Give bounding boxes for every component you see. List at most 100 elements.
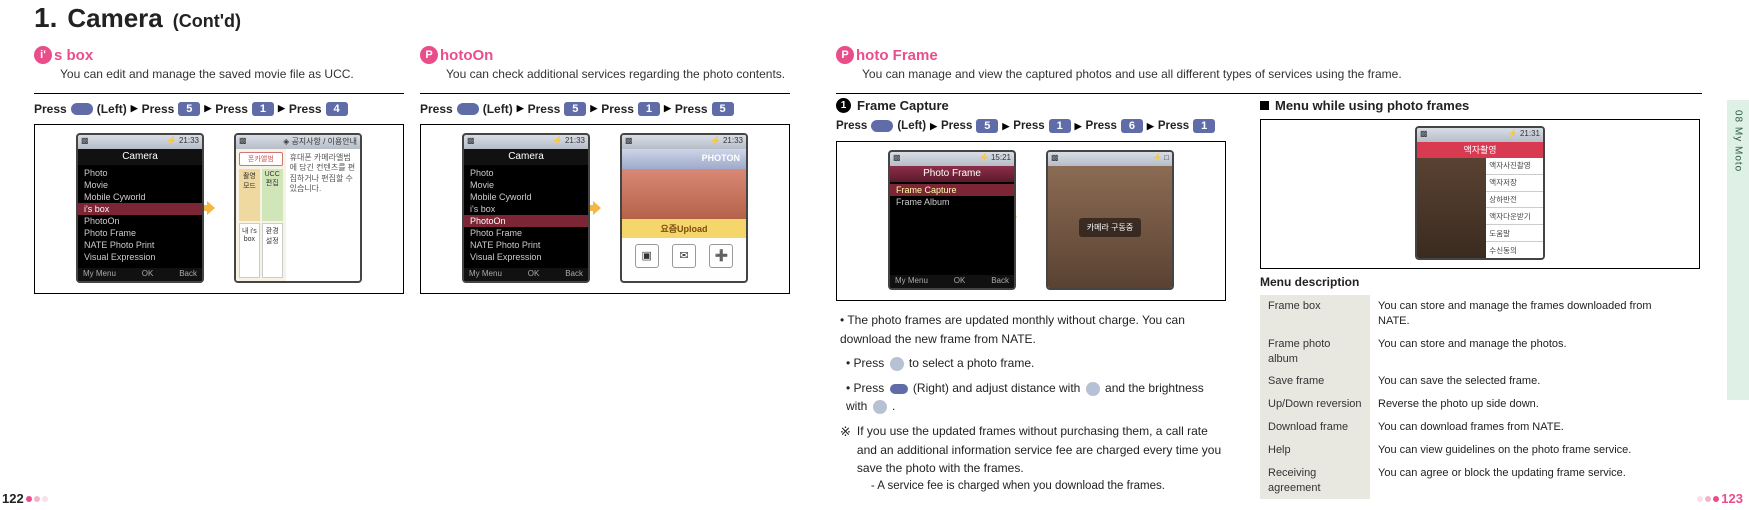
upload-button[interactable]: 요즘Upload xyxy=(622,219,746,238)
tile-button[interactable]: 환경설정 xyxy=(262,223,283,278)
softkey-right[interactable]: Back xyxy=(179,269,197,280)
photoon-heading: P hotoOn xyxy=(420,46,790,64)
badge-letter-i: i' xyxy=(34,46,52,64)
list-item[interactable]: Frame Album xyxy=(890,196,1014,208)
list-item[interactable]: 액자저장 xyxy=(1486,175,1543,192)
press-word: Press xyxy=(1013,120,1044,132)
list-item[interactable]: NATE Photo Print xyxy=(464,239,588,251)
menudesc-val: You can agree or block the updating fram… xyxy=(1370,462,1690,500)
list-item[interactable]: 상하반전 xyxy=(1486,192,1543,209)
note-item: • Press to select a photo frame. xyxy=(842,354,1226,373)
softkey-left[interactable]: My Menu xyxy=(895,276,928,287)
phone-screen-photon-service: ▩ ⚡ 21:33 PHOTON 요즘Upload ▣ ✉ ➕ xyxy=(620,133,748,283)
list-item[interactable]: Mobile Cyworld xyxy=(464,191,588,203)
menudesc-val: You can view guidelines on the photo fra… xyxy=(1370,439,1690,462)
list-item[interactable]: Visual Expression xyxy=(78,251,202,263)
status-right: ⚡ 21:33 xyxy=(167,136,199,148)
list-item[interactable]: Movie xyxy=(464,179,588,191)
press-word: Press xyxy=(601,102,634,116)
table-row: Up/Down reversionReverse the photo up si… xyxy=(1260,393,1690,416)
frame-menu-screenshot-frame: ▩ ⚡ 21:31 액자촬영 액자사진촬영 액자저장 상하반전 액자다운받기 도… xyxy=(1260,119,1700,269)
status-left: ▩ xyxy=(1051,153,1059,165)
nav-ud-icon xyxy=(873,400,887,414)
photon-action-button[interactable]: ▣ xyxy=(635,244,659,268)
menu-desc-heading: Menu description xyxy=(1260,275,1700,289)
photon-action-button[interactable]: ➕ xyxy=(709,244,733,268)
tile-button[interactable]: 촬영모드 xyxy=(239,169,260,222)
arrow-icon: ▶ xyxy=(1075,121,1082,132)
press-word: Press xyxy=(420,102,453,116)
arrow-icon: ▶ xyxy=(517,103,524,114)
page-number-text: 122 xyxy=(2,491,24,506)
list-item-selected[interactable]: PhotoOn xyxy=(464,215,588,227)
table-row: Frame boxYou can store and manage the fr… xyxy=(1260,295,1690,333)
softkey-right[interactable]: Back xyxy=(565,269,583,280)
photoon-press-line: Press (Left) ▶ Press 5 ▶ Press 1 ▶ Press… xyxy=(420,102,790,116)
softkey-ok[interactable]: OK xyxy=(954,276,966,287)
list-item[interactable]: Photo xyxy=(78,167,202,179)
photoframe-heading-text: hoto Frame xyxy=(856,47,938,64)
list-item[interactable]: Mobile Cyworld xyxy=(78,191,202,203)
list-item[interactable]: 도움말 xyxy=(1486,225,1543,242)
list-item[interactable]: Photo Frame xyxy=(78,227,202,239)
press-word: Press xyxy=(289,102,322,116)
frame-capture-screenshot-frame: ▩ ⚡ 15:21 Photo Frame Frame Capture Fram… xyxy=(836,141,1226,301)
nav-lr-icon xyxy=(1086,382,1100,396)
arrow-icon: ▶ xyxy=(131,103,138,114)
tile-button[interactable]: 내 i's box xyxy=(239,223,260,278)
list-item[interactable]: i's box xyxy=(464,203,588,215)
softkey-ok[interactable]: OK xyxy=(528,269,540,280)
softkey-left[interactable]: My Menu xyxy=(469,269,502,280)
key-5: 5 xyxy=(712,102,734,116)
list-item[interactable]: Photo xyxy=(464,167,588,179)
title-number: 1. xyxy=(34,2,57,34)
isbox-heading-text: s box xyxy=(54,47,93,64)
arrow-icon: ▶ xyxy=(204,103,211,114)
list-item[interactable]: NATE Photo Print xyxy=(78,239,202,251)
menudesc-key: Frame photo album xyxy=(1260,333,1370,371)
dot-icon xyxy=(1697,496,1703,502)
softkey-right[interactable]: Back xyxy=(991,276,1009,287)
list-item[interactable]: 액자사진촬영 xyxy=(1486,158,1543,175)
status-right: ⚡ 15:21 xyxy=(979,153,1011,165)
photoframe-heading: P hoto Frame xyxy=(836,46,1706,64)
frame-capture-title: Frame Capture xyxy=(857,98,949,113)
rule xyxy=(420,93,790,94)
list-item-selected[interactable]: i's box xyxy=(78,203,202,215)
list-item[interactable]: Photo Frame xyxy=(464,227,588,239)
brand-label: 폰카앨범 xyxy=(239,152,283,166)
status-left: ▩ xyxy=(81,136,89,148)
isbox-screenshot-frame: ▩ ⚡ 21:33 Camera Photo Movie Mobile Cywo… xyxy=(34,124,404,294)
phone-title: Camera xyxy=(78,149,202,165)
menu-description-table: Frame boxYou can store and manage the fr… xyxy=(1260,295,1690,499)
list-item[interactable]: Visual Expression xyxy=(464,251,588,263)
status-right: ⚡ 21:33 xyxy=(553,136,585,148)
frame-capture-heading: 1 Frame Capture xyxy=(836,98,1226,113)
phone-screen-camera-preview: ▩ ⚡ □ 카메라 구동중 xyxy=(1046,150,1174,290)
softkey-ok[interactable]: OK xyxy=(142,269,154,280)
table-row: HelpYou can view guidelines on the photo… xyxy=(1260,439,1690,462)
softkeys: My Menu OK Back xyxy=(464,268,588,281)
list-item[interactable]: 액자다운받기 xyxy=(1486,208,1543,225)
brand-banner: PHOTON xyxy=(622,149,746,169)
phone-statusbar: ▩ ⚡ 21:33 xyxy=(622,135,746,149)
note-text: A service fee is charged when you downlo… xyxy=(877,480,1165,492)
section-photoon: P hotoOn You can check additional servic… xyxy=(420,46,790,294)
note-text: to select a photo frame. xyxy=(909,356,1034,370)
badge-letter-p: P xyxy=(420,46,438,64)
rule xyxy=(34,93,404,94)
photon-action-button[interactable]: ✉ xyxy=(672,244,696,268)
softkey-left[interactable]: My Menu xyxy=(83,269,116,280)
list-item[interactable]: 수신동의 xyxy=(1486,242,1543,258)
list-item[interactable]: Movie xyxy=(78,179,202,191)
tile-button[interactable]: UCC편집 xyxy=(262,169,283,222)
dot-icon xyxy=(42,496,48,502)
list-item[interactable]: PhotoOn xyxy=(78,215,202,227)
press-word: Press xyxy=(142,102,175,116)
key-blank-icon xyxy=(457,103,479,115)
service-body-text: 휴대폰 카메라앨범에 담긴 컨텐츠를 편집하거나 편집할 수 있습니다. xyxy=(286,149,360,281)
list-item-selected[interactable]: Frame Capture xyxy=(890,184,1014,196)
menudesc-val: Reverse the photo up side down. xyxy=(1370,393,1690,416)
badge-letter-p: P xyxy=(836,46,854,64)
dot-icon xyxy=(1705,496,1711,502)
